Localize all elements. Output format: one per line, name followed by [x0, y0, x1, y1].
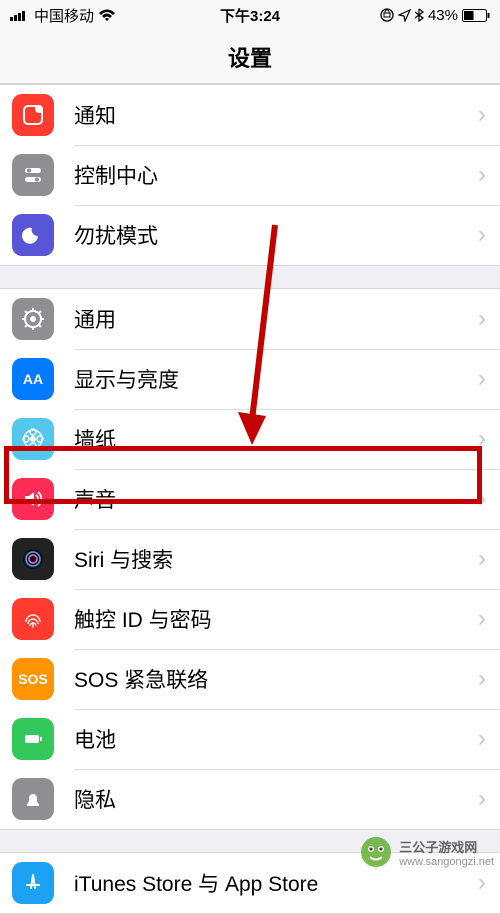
signal-icon	[10, 9, 30, 21]
row-label: Siri 与搜索	[74, 544, 478, 574]
page-title: 设置	[228, 41, 272, 73]
status-left: 中国移动	[10, 5, 116, 26]
row-label: iTunes Store 与 App Store	[74, 868, 478, 898]
row-sos[interactable]: SOS SOS 紧急联络 ›	[0, 649, 500, 709]
row-display[interactable]: AA 显示与亮度 ›	[0, 349, 500, 409]
row-wallpaper[interactable]: 墙纸 ›	[0, 409, 500, 469]
watermark-logo-icon	[359, 835, 393, 869]
chevron-right-icon: ›	[478, 221, 486, 249]
control-center-icon	[12, 154, 54, 196]
row-label: 电池	[74, 724, 478, 754]
battery-icon	[462, 9, 490, 22]
row-label: 墙纸	[74, 424, 478, 454]
row-label: 显示与亮度	[74, 364, 478, 394]
watermark-url: www.sangongzi.net	[399, 856, 494, 868]
row-label: 通用	[74, 304, 478, 334]
wifi-icon	[98, 9, 116, 22]
navbar: 设置	[0, 30, 500, 84]
siri-icon	[12, 538, 54, 580]
row-label: 隐私	[74, 784, 478, 814]
chevron-right-icon: ›	[478, 485, 486, 513]
chevron-right-icon: ›	[478, 869, 486, 897]
row-dnd[interactable]: 勿扰模式 ›	[0, 205, 500, 265]
settings-group-2: 通用 › AA 显示与亮度 › 墙纸 › 声音 › Siri 与搜索 › 触控 …	[0, 288, 500, 830]
sos-icon: SOS	[12, 658, 54, 700]
location-icon	[398, 9, 411, 22]
row-notifications[interactable]: 通知 ›	[0, 85, 500, 145]
chevron-right-icon: ›	[478, 101, 486, 129]
status-right: 43%	[380, 7, 490, 24]
row-sound[interactable]: 声音 ›	[0, 469, 500, 529]
row-label: 勿扰模式	[74, 220, 478, 250]
chevron-right-icon: ›	[478, 725, 486, 753]
row-label: 触控 ID 与密码	[74, 604, 478, 634]
sound-icon	[12, 478, 54, 520]
row-label: 控制中心	[74, 160, 478, 190]
battery-percent: 43%	[428, 7, 458, 24]
status-bar: 中国移动 下午3:24 43%	[0, 0, 500, 30]
chevron-right-icon: ›	[478, 365, 486, 393]
chevron-right-icon: ›	[478, 161, 486, 189]
row-privacy[interactable]: 隐私 ›	[0, 769, 500, 829]
row-touchid[interactable]: 触控 ID 与密码 ›	[0, 589, 500, 649]
watermark: 三公子游戏网 www.sangongzi.net	[359, 835, 494, 869]
notification-icon	[12, 94, 54, 136]
chevron-right-icon: ›	[478, 305, 486, 333]
chevron-right-icon: ›	[478, 665, 486, 693]
chevron-right-icon: ›	[478, 425, 486, 453]
status-time: 下午3:24	[220, 5, 280, 26]
row-label: SOS 紧急联络	[74, 664, 478, 694]
row-label: 通知	[74, 100, 478, 130]
row-battery[interactable]: 电池 ›	[0, 709, 500, 769]
display-icon: AA	[12, 358, 54, 400]
row-control-center[interactable]: 控制中心 ›	[0, 145, 500, 205]
bluetooth-icon	[415, 8, 424, 22]
battery-icon	[12, 718, 54, 760]
orientation-lock-icon	[380, 8, 394, 22]
row-siri[interactable]: Siri 与搜索 ›	[0, 529, 500, 589]
chevron-right-icon: ›	[478, 545, 486, 573]
carrier-label: 中国移动	[34, 5, 94, 26]
row-general[interactable]: 通用 ›	[0, 289, 500, 349]
appstore-icon	[12, 862, 54, 904]
wallpaper-icon	[12, 418, 54, 460]
chevron-right-icon: ›	[478, 785, 486, 813]
privacy-icon	[12, 778, 54, 820]
settings-group-1: 通知 › 控制中心 › 勿扰模式 ›	[0, 84, 500, 266]
row-label: 声音	[74, 484, 478, 514]
chevron-right-icon: ›	[478, 605, 486, 633]
watermark-text: 三公子游戏网	[399, 837, 494, 856]
touchid-icon	[12, 598, 54, 640]
general-icon	[12, 298, 54, 340]
dnd-icon	[12, 214, 54, 256]
svg-text:AA: AA	[23, 371, 43, 387]
